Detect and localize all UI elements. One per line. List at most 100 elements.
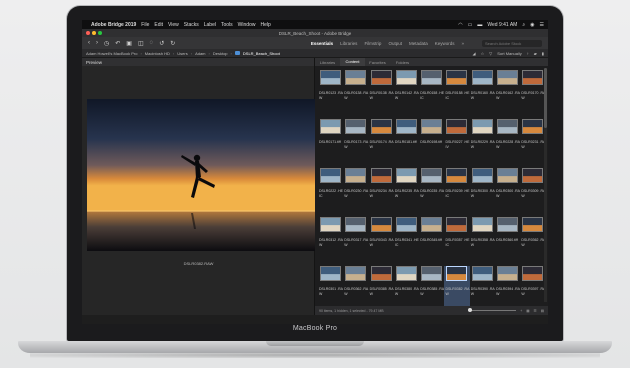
thumbnail-item[interactable]: DSLR0138 .RAW: [369, 70, 394, 119]
thumbnail-image[interactable]: [320, 119, 341, 134]
crumb-disk[interactable]: Macintosh HD: [145, 51, 170, 56]
thumbnail-item[interactable]: DSLR0158 .HEIC: [419, 70, 444, 119]
thumbnail-image[interactable]: [421, 217, 443, 232]
thumbnail-item[interactable]: DSLR0234 .RAW: [369, 168, 394, 217]
slider-knob[interactable]: [468, 308, 473, 312]
thumbnail-image[interactable]: [471, 266, 493, 281]
stock-search-input[interactable]: Search Adobe Stock: [482, 39, 542, 47]
thumbnail-image[interactable]: [370, 70, 392, 85]
thumbnail-item[interactable]: DSLR0138 .RAW: [343, 70, 368, 119]
thumbnail-item[interactable]: DSLR0235 .RAW: [394, 168, 419, 217]
thumbnail-image[interactable]: [421, 266, 443, 281]
thumbnail-image[interactable]: [522, 266, 544, 281]
tab-content[interactable]: Content: [340, 58, 365, 66]
menu-label[interactable]: Label: [204, 22, 216, 28]
menu-help[interactable]: Help: [260, 22, 270, 28]
zoom-button[interactable]: [98, 31, 102, 35]
thumbnail-item[interactable]: DSLR0173 .RAW: [343, 119, 368, 168]
workspace-keywords[interactable]: Keywords: [435, 41, 455, 46]
menu-clock[interactable]: Wed 9:41 AM: [487, 22, 517, 28]
minimize-button[interactable]: [92, 31, 96, 35]
thumbnail-image[interactable]: [446, 119, 468, 134]
crumb-desktop[interactable]: Desktop: [213, 51, 228, 56]
thumbnail-image[interactable]: [522, 70, 544, 85]
crumb-users[interactable]: Users: [177, 51, 187, 56]
tab-preview[interactable]: Preview: [82, 58, 314, 66]
workspace-filmstrip[interactable]: Filmstrip: [364, 41, 381, 46]
thumbnail-item[interactable]: DSLR0362 .RAW: [520, 217, 545, 266]
menu-stacks[interactable]: Stacks: [184, 22, 199, 28]
details-view-icon[interactable]: ▤: [541, 309, 544, 313]
thumbnail-item[interactable]: DSLR0317 .RAW: [343, 217, 368, 266]
thumbnail-image[interactable]: [320, 266, 341, 281]
tab-favorites[interactable]: Favorites: [365, 60, 390, 65]
grid-view-icon[interactable]: ▦: [526, 309, 529, 313]
thumbnail-item[interactable]: DSLR0142 .RAW: [394, 70, 419, 119]
thumbnail-item[interactable]: DSLR0230 .RAW: [343, 168, 368, 217]
thumbnail-item[interactable]: DSLR0229 .RAW: [470, 119, 495, 168]
notification-icon[interactable]: ☰: [540, 22, 544, 28]
thumbnail-image[interactable]: [345, 119, 367, 134]
crumb-adam[interactable]: Adam: [195, 51, 205, 56]
thumbnail-item[interactable]: DSLR0198.tiff: [419, 119, 444, 168]
thumbnail-image[interactable]: [370, 217, 392, 232]
thumbnail-item[interactable]: DSLR0228 .RAW: [495, 119, 520, 168]
thumbnail-item[interactable]: DSLR0222 .HEIC: [318, 168, 343, 217]
thumbnail-item[interactable]: DSLR0235 .RAW: [419, 168, 444, 217]
thumbnail-item[interactable]: DSLR0343 .RAW: [369, 217, 394, 266]
siri-icon[interactable]: ◉: [530, 22, 534, 28]
tab-folders[interactable]: Folders: [390, 60, 415, 65]
list-view-icon[interactable]: ☰: [534, 309, 537, 313]
sort-direction-icon[interactable]: ↑: [527, 51, 529, 56]
thumbnail-item[interactable]: DSLR0341 .HEIC: [394, 217, 419, 266]
thumbnail-item[interactable]: DSLR0160 .RAW: [470, 70, 495, 119]
thumbnail-image[interactable]: [446, 266, 468, 281]
content-scrollbar[interactable]: [544, 68, 547, 302]
thumbnail-item[interactable]: DSLR0312 .RAW: [318, 217, 343, 266]
open-recent-icon[interactable]: ◌: [150, 40, 154, 46]
wifi-icon[interactable]: ◠: [458, 22, 462, 28]
thumbnail-item[interactable]: DSLR0158 .HEIC: [444, 70, 469, 119]
thumbnail-image[interactable]: [522, 217, 544, 232]
tab-libraries[interactable]: Libraries: [315, 60, 340, 65]
thumbnail-image[interactable]: [320, 168, 341, 183]
thumbnail-image[interactable]: [345, 168, 367, 183]
thumbnail-image[interactable]: [497, 119, 519, 134]
thumbnail-image[interactable]: [471, 70, 493, 85]
workspace-metadata[interactable]: Metadata: [409, 41, 428, 46]
thumbnail-image[interactable]: [471, 168, 493, 183]
thumbnail-image[interactable]: [370, 168, 392, 183]
zoom-in-icon[interactable]: +: [520, 309, 522, 313]
thumbnail-image[interactable]: [421, 70, 443, 85]
thumbnail-item[interactable]: DSLR0123 .RAW: [318, 70, 343, 119]
thumbnail-image[interactable]: [345, 70, 367, 85]
quality-icon[interactable]: ◢: [473, 51, 476, 56]
thumbnail-image[interactable]: [471, 119, 493, 134]
thumbnail-item[interactable]: DSLR0239 .HEIC: [444, 168, 469, 217]
thumbnail-image[interactable]: [446, 217, 468, 232]
crumb-current-folder[interactable]: DSLR_Beach_Shoot: [243, 51, 280, 56]
thumbnail-item[interactable]: DSLR0181.tiff: [394, 119, 419, 168]
thumbnail-item[interactable]: DSLR0227 .HEIV: [444, 119, 469, 168]
thumbnail-item[interactable]: DSLR0309 .RAW: [520, 168, 545, 217]
crumb-computer[interactable]: Adam Howell's MacBook Pro: [86, 51, 137, 56]
workspace-output[interactable]: Output: [388, 41, 402, 46]
thumbnail-item[interactable]: DSLR0360.tiff: [495, 217, 520, 266]
search-icon[interactable]: ⌕: [522, 22, 525, 28]
return-icon[interactable]: ↶: [115, 40, 120, 47]
rating-filter-icon[interactable]: ☆: [481, 51, 485, 56]
menu-tools[interactable]: Tools: [221, 22, 233, 28]
workspace-essentials[interactable]: Essentials: [311, 41, 333, 46]
thumbnail-image[interactable]: [395, 70, 417, 85]
thumbnail-image[interactable]: [395, 217, 417, 232]
trash-icon[interactable]: ▮: [542, 51, 544, 56]
preview-image[interactable]: [87, 99, 315, 251]
thumbnail-image[interactable]: [421, 119, 443, 134]
thumbnail-item[interactable]: DSLR0231 .RAW: [520, 119, 545, 168]
menu-edit[interactable]: Edit: [154, 22, 163, 28]
sort-dropdown[interactable]: Sort Manually: [497, 51, 521, 56]
thumbnail-size-slider[interactable]: [468, 308, 517, 312]
menu-file[interactable]: File: [141, 22, 149, 28]
menu-window[interactable]: Window: [238, 22, 256, 28]
thumbnail-item[interactable]: DSLR0300 .RAW: [470, 168, 495, 217]
